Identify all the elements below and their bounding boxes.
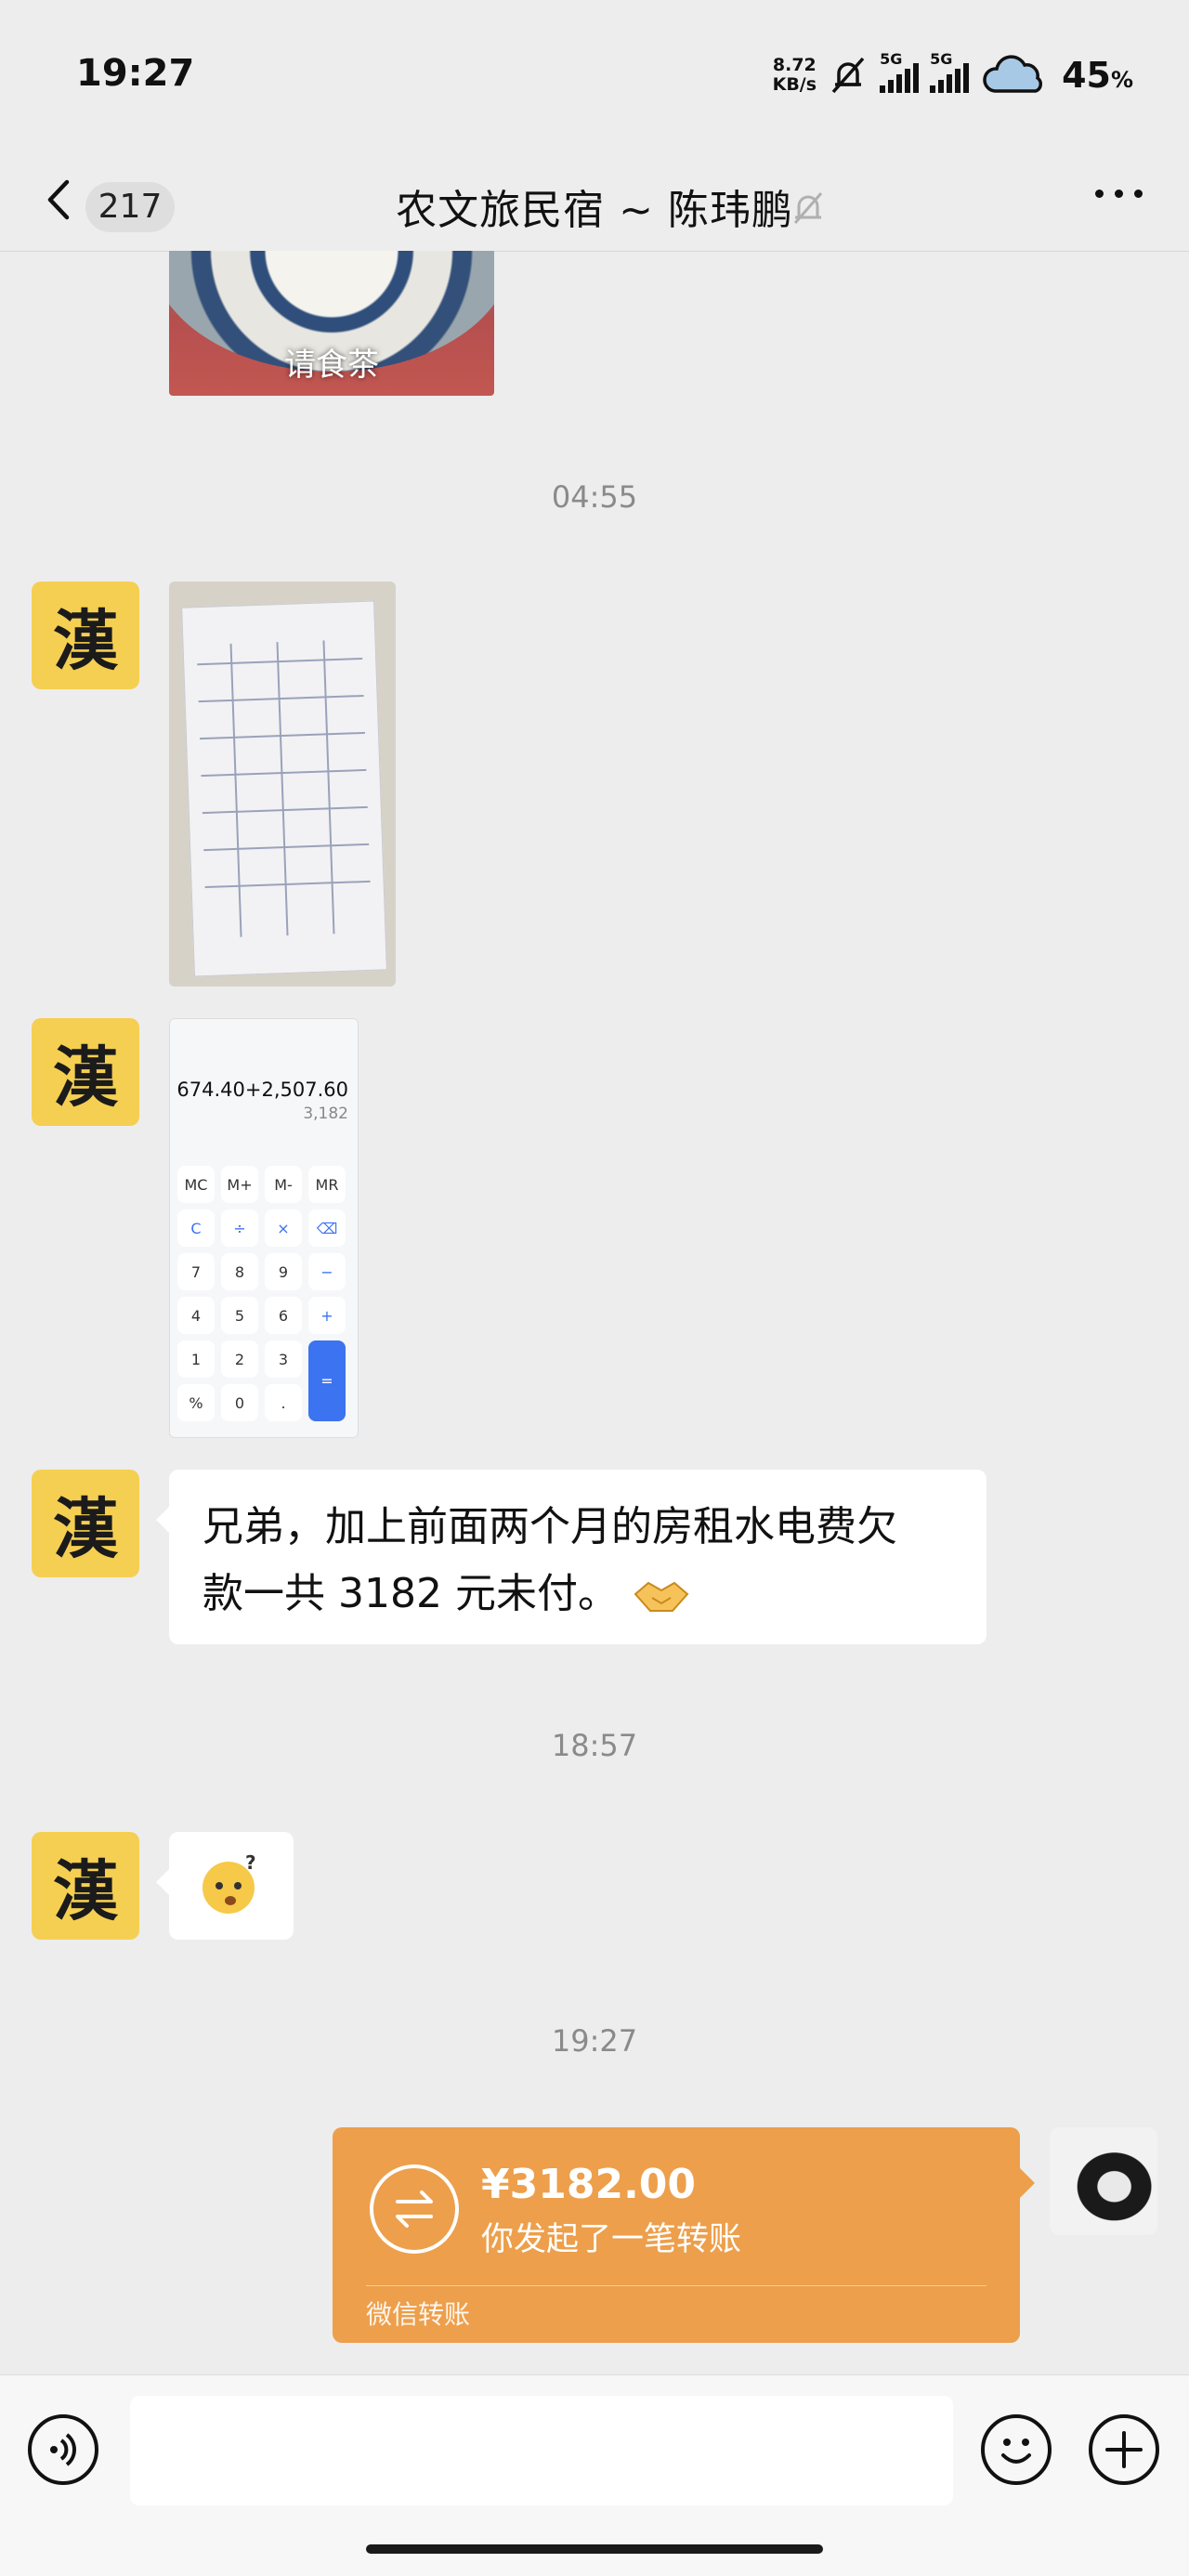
calc-key: 1 xyxy=(177,1340,215,1378)
receipt-image-message[interactable] xyxy=(169,582,396,987)
calc-key: ÷ xyxy=(221,1210,258,1247)
svg-text:?: ? xyxy=(245,1852,256,1874)
calc-keypad: MC M+ M- MR C ÷ × ⌫ 7 8 9− 4 5 6 +1 2 3 =% 0. xyxy=(177,1166,352,1421)
calc-key: MR xyxy=(308,1166,346,1203)
system-icons: 8.72 KB/s 5G 5G 45% xyxy=(772,50,1133,97)
timestamp: 04:55 xyxy=(551,479,638,515)
calculator-screenshot-message[interactable]: 674.40+2,507.60 3,182 MC M+ M- MR C ÷ × ⌫ 7 8 9− 4 5… xyxy=(169,1018,359,1438)
calc-key: 5 xyxy=(221,1297,258,1334)
image-caption: 请食茶 xyxy=(284,347,379,384)
calc-key: = xyxy=(308,1340,346,1421)
status-bar: 19:27 8.72 KB/s 5G 5G 45% xyxy=(0,0,1189,149)
message-text: 兄弟，加上前面两个月的房租水电费欠 款一共 3182 元未付。 xyxy=(203,1503,897,1617)
home-indicator[interactable] xyxy=(366,2544,823,2554)
calc-key: 8 xyxy=(221,1253,258,1290)
avatar[interactable]: 漢 xyxy=(32,1470,139,1577)
emoji-icon[interactable] xyxy=(981,2414,1052,2485)
bell-off-icon xyxy=(793,192,823,224)
transfer-divider xyxy=(366,2285,986,2286)
weather-cloud-icon xyxy=(983,55,1043,93)
emoji-bubble[interactable]: ? xyxy=(156,1832,294,1940)
calc-result: 3,182 xyxy=(303,1105,348,1123)
transfer-amount: ¥3182.00 xyxy=(481,2161,697,2208)
calc-key: M+ xyxy=(221,1166,258,1203)
calc-key: + xyxy=(308,1297,346,1334)
calc-key: 4 xyxy=(177,1297,215,1334)
calc-key: . xyxy=(265,1384,302,1421)
transfer-footer: 微信转账 xyxy=(366,2299,471,2330)
my-avatar[interactable] xyxy=(1050,2127,1157,2235)
network-speed: 8.72 KB/s xyxy=(772,55,817,95)
more-icon[interactable] xyxy=(1095,190,1143,198)
clock: 19:27 xyxy=(76,52,195,95)
confused-face-icon: ? xyxy=(203,1852,256,1914)
calc-key: × xyxy=(265,1210,302,1247)
calc-key: % xyxy=(177,1384,215,1421)
signal-icon: 5G xyxy=(880,50,920,93)
calc-expression: 674.40+2,507.60 xyxy=(176,1079,348,1101)
handshake-icon xyxy=(634,1581,689,1612)
avatar[interactable]: 漢 xyxy=(32,582,139,689)
mute-bell-icon xyxy=(831,57,865,94)
avatar[interactable]: 漢 xyxy=(32,1832,139,1940)
calc-key: 7 xyxy=(177,1253,215,1290)
transfer-card[interactable]: ¥3182.00 你发起了一笔转账 微信转账 xyxy=(333,2127,1035,2343)
battery-level: 45% xyxy=(1062,55,1133,96)
chat-header: 217 农文旅民宿 ~ 陈玮鹏 xyxy=(0,149,1189,252)
calc-key: 3 xyxy=(265,1340,302,1378)
timestamp: 19:27 xyxy=(551,2023,638,2059)
signal-icon: 5G xyxy=(930,50,970,93)
calc-key: ⌫ xyxy=(308,1210,346,1247)
calc-key: 9 xyxy=(265,1253,302,1290)
chat-title: 农文旅民宿 ~ 陈玮鹏 xyxy=(396,187,793,234)
calc-key: C xyxy=(177,1210,215,1247)
voice-icon[interactable] xyxy=(28,2414,98,2485)
calc-key: M- xyxy=(265,1166,302,1203)
receipt-paper xyxy=(181,600,387,977)
calc-key: − xyxy=(308,1253,346,1290)
transfer-arrows-icon xyxy=(370,2164,459,2254)
calc-key: 2 xyxy=(221,1340,258,1378)
calc-key: 6 xyxy=(265,1297,302,1334)
timestamp: 18:57 xyxy=(551,1728,638,1763)
transfer-description: 你发起了一笔转账 xyxy=(481,2221,742,2258)
avatar[interactable]: 漢 xyxy=(32,1018,139,1126)
plus-icon[interactable] xyxy=(1089,2414,1159,2485)
tea-image-message[interactable]: 请食茶 xyxy=(169,251,494,396)
calc-key: MC xyxy=(177,1166,215,1203)
message-input[interactable] xyxy=(130,2396,953,2505)
calc-key: 0 xyxy=(221,1384,258,1421)
